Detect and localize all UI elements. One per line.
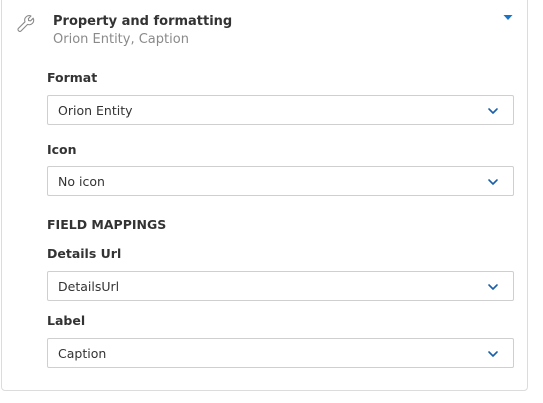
collapse-toggle-button[interactable] — [495, 8, 521, 26]
chevron-down-icon — [488, 284, 498, 290]
icon-select-value: No icon — [58, 174, 105, 189]
chevron-down-icon — [488, 108, 498, 114]
details-url-select[interactable]: DetailsUrl — [47, 271, 514, 301]
chevron-down-icon — [488, 351, 498, 357]
label-select[interactable]: Caption — [47, 338, 514, 368]
caret-down-icon — [503, 15, 513, 20]
details-url-label: Details Url — [47, 246, 122, 261]
panel-title: Property and formatting — [53, 14, 233, 29]
format-select-value: Orion Entity — [58, 103, 133, 118]
label-select-value: Caption — [58, 346, 107, 361]
wrench-icon — [16, 14, 36, 34]
label-field-label: Label — [47, 313, 86, 328]
format-select[interactable]: Orion Entity — [47, 95, 514, 125]
icon-label: Icon — [47, 142, 77, 157]
details-url-select-value: DetailsUrl — [58, 279, 120, 294]
field-mappings-heading: FIELD MAPPINGS — [47, 217, 167, 232]
chevron-down-icon — [488, 179, 498, 185]
format-label: Format — [47, 70, 98, 85]
icon-select[interactable]: No icon — [47, 166, 514, 196]
panel-subtitle: Orion Entity, Caption — [53, 32, 189, 47]
